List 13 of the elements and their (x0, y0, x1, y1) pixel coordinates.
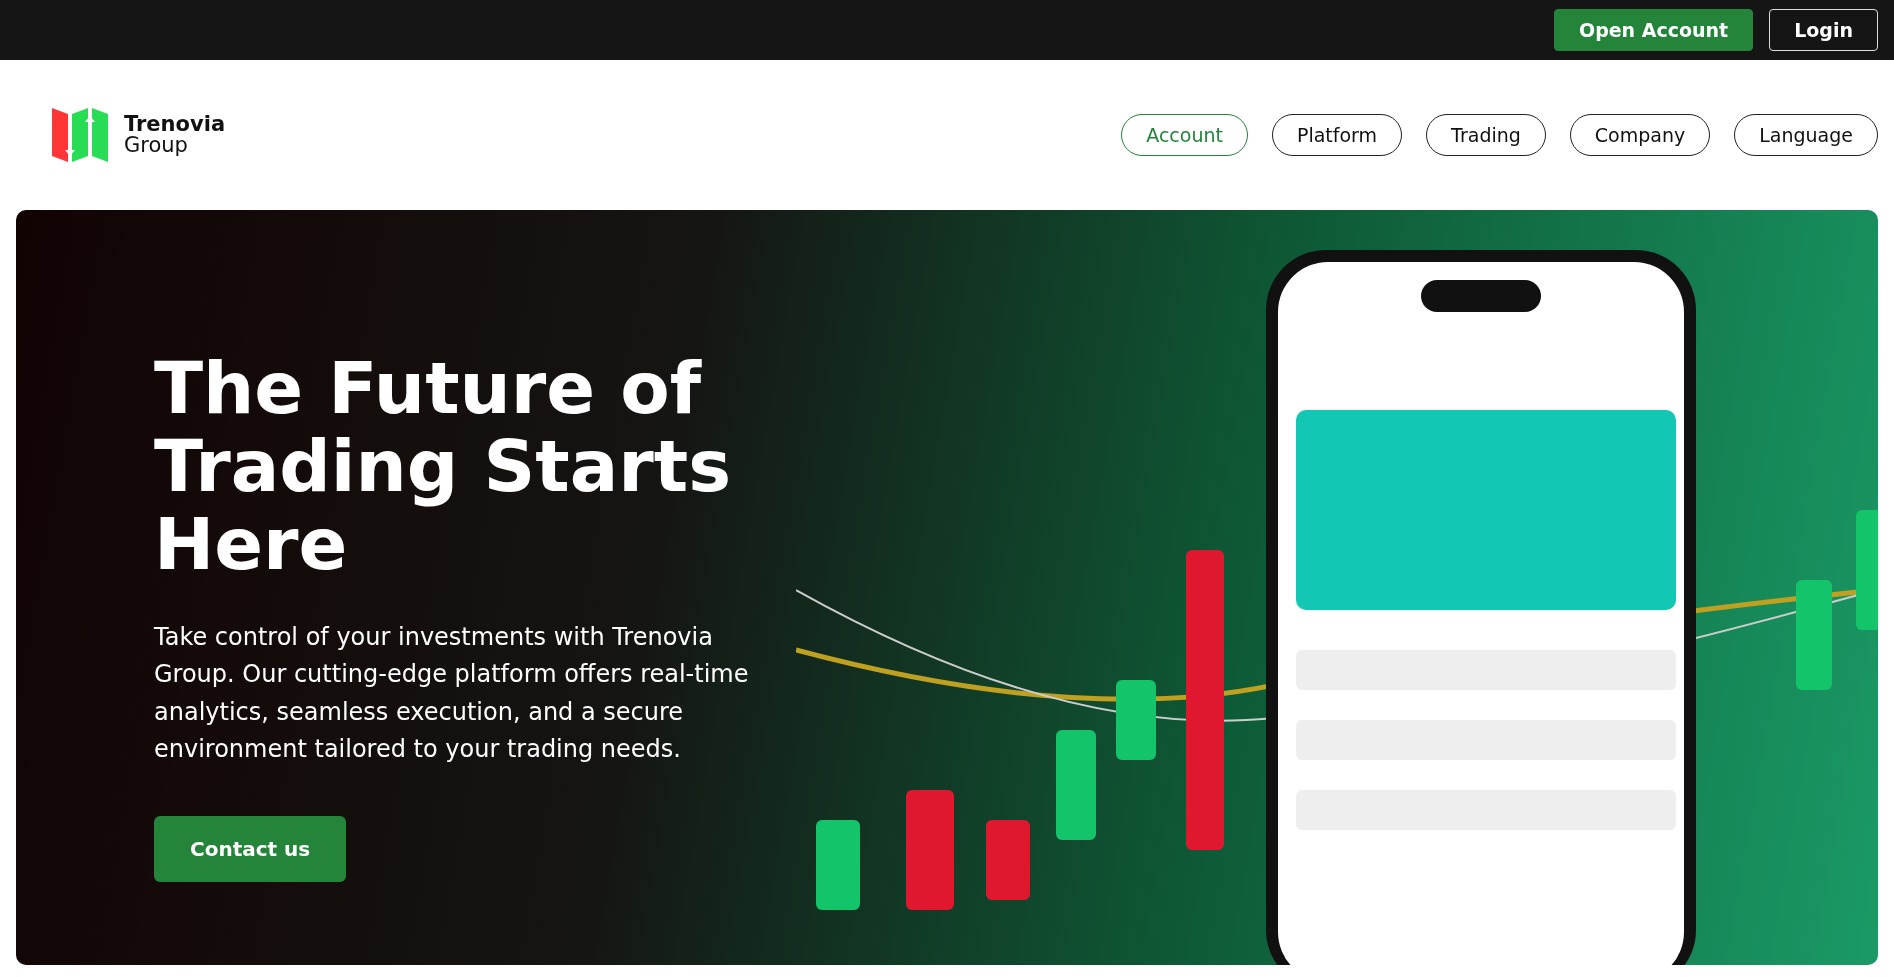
login-button[interactable]: Login (1769, 8, 1878, 52)
brand-subtitle: Group (124, 135, 189, 156)
nav-tab[interactable]: Account (1121, 113, 1248, 157)
hero-title: The Future of Trading Starts Here (154, 350, 733, 584)
nav-tab[interactable]: Company (1569, 113, 1711, 157)
nav-tab[interactable]: Platform (1271, 113, 1403, 157)
logo-icon (52, 108, 108, 162)
open-account-button[interactable]: Open Account (1554, 8, 1754, 52)
contact-button[interactable]: Contact us (154, 816, 347, 882)
nav-tab[interactable]: Language (1734, 113, 1878, 157)
nav-tab[interactable]: Trading (1426, 113, 1546, 157)
hero-text: Take control of your investments with Trenovia Group. Our cutting-edge platform offers real-time analytics, seamless execution, and a secure environment tailored to your trading needs. (154, 622, 750, 765)
brand-name: Trenovia (124, 114, 226, 135)
